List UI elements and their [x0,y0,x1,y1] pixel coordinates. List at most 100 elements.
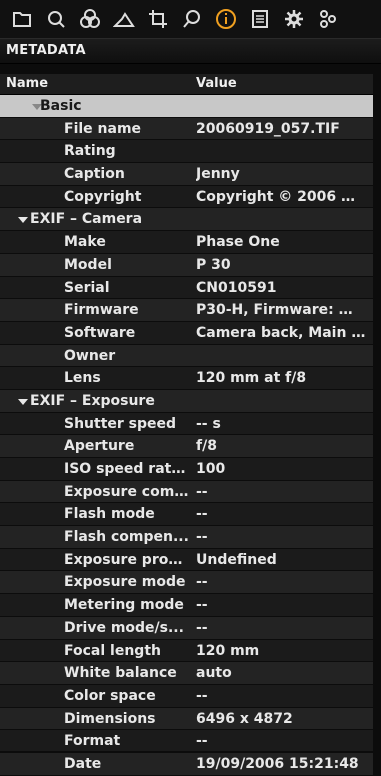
metadata-table: Name Value Basic File name 20060919_057.T… [0,74,381,776]
row-name: Software [64,324,136,341]
table-row[interactable]: Lens 120 mm at f/8 [0,367,373,390]
row-name: Date [64,755,102,772]
table-row[interactable]: Flash compen... -- [0,526,373,549]
table-row[interactable]: Date 19/09/2006 15:21:48 [0,752,373,776]
row-name: Aperture [64,438,135,455]
table-row[interactable]: Copyright Copyright © 2006 Ni... [0,186,373,209]
group-label: Basic [40,98,82,114]
table-row[interactable]: Rating [0,140,373,164]
row-value: -- [196,529,208,546]
table-row[interactable]: Exposure prog... Undefined [0,549,373,572]
row-name: Rating [64,143,116,160]
row-value: f/8 [196,438,217,455]
folder-icon[interactable] [6,3,38,35]
row-value: P30-H, Firmware: Ma... [196,302,366,319]
row-name: Owner [64,347,116,364]
row-value: -- [196,574,208,591]
group-basic[interactable]: Basic [0,95,373,118]
row-name: Firmware [64,302,139,319]
row-name: Flash compen... [64,529,189,546]
group-label: EXIF – Exposure [30,392,155,409]
table-row[interactable]: Software Camera back, Main fi... [0,322,373,345]
color-icon[interactable] [74,3,106,35]
metadata-panel: METADATA Name Value Basic File name 20060… [0,0,381,776]
row-name: Exposure com... [64,483,189,500]
table-row[interactable]: Color space -- [0,685,373,708]
search-icon[interactable] [40,3,72,35]
table-row[interactable]: Firmware P30-H, Firmware: Ma... [0,299,373,322]
group-label: EXIF – Camera [30,211,143,228]
table-row[interactable]: ISO speed rating 100 [0,458,373,481]
row-name: Metering mode [64,597,184,614]
column-header-name[interactable]: Name [6,74,48,94]
row-value: Camera back, Main fi... [196,324,366,341]
row-name: Flash mode [64,506,155,523]
row-value: Undefined [196,551,277,568]
disclosure-triangle-icon[interactable] [18,398,28,405]
table-row[interactable]: Dimensions 6496 x 4872 [0,707,373,731]
row-value: 6496 x 4872 [196,710,293,727]
row-value: -- [196,483,208,500]
row-value: 120 mm [196,642,260,659]
table-row[interactable]: Focal length 120 mm [0,640,373,663]
loupe-icon[interactable] [176,3,208,35]
row-name: Color space [64,687,156,704]
row-name: File name [64,120,142,137]
row-value: P 30 [196,256,231,273]
table-row[interactable]: Model P 30 [0,253,373,277]
exposure-icon[interactable] [108,3,140,35]
row-name: Shutter speed [64,415,177,432]
table-row[interactable]: Shutter speed -- s [0,413,373,436]
table-row[interactable]: Exposure mode -- [0,571,373,595]
group-exif-exposure[interactable]: EXIF – Exposure [0,389,373,413]
row-name: Focal length [64,642,161,659]
group-exif-camera[interactable]: EXIF – Camera [0,208,373,232]
row-value: -- [196,597,208,614]
table-row[interactable]: White balance auto [0,662,373,685]
row-value: 20060919_057.TIF [196,120,340,137]
row-value: CN010591 [196,279,277,296]
row-value: auto [196,665,232,682]
table-row[interactable]: Caption Jenny [0,163,373,186]
table-row[interactable]: Make Phase One [0,231,373,254]
quick-icon[interactable] [312,3,344,35]
crop-icon[interactable] [142,3,174,35]
table-row[interactable]: Format -- [0,730,373,753]
row-value: 120 mm at f/8 [196,370,307,387]
row-name: Copyright [64,188,142,205]
row-name: Lens [64,370,101,387]
row-name: Caption [64,166,125,183]
table-row[interactable]: Aperture f/8 [0,435,373,458]
row-name: Format [64,733,121,750]
row-value: -- [196,619,208,636]
row-value: 19/09/2006 15:21:48 [196,755,359,772]
row-value: -- [196,733,208,750]
row-name: ISO speed rating [64,461,189,477]
row-value: Jenny [196,166,240,183]
table-row[interactable]: Drive mode/s... -- [0,616,373,640]
row-value: 100 [196,461,226,477]
row-value: Copyright © 2006 Ni... [196,188,366,205]
table-header: Name Value [0,74,373,95]
table-row[interactable]: Serial CN010591 [0,277,373,300]
row-value: Phase One [196,234,280,251]
table-row[interactable]: Exposure com... -- [0,480,373,504]
table-row[interactable]: File name 20060919_057.TIF [0,117,373,141]
section-title: METADATA [0,38,381,64]
info-icon[interactable] [210,3,242,35]
batch-icon[interactable] [244,3,276,35]
row-name: Model [64,256,112,273]
row-name: Drive mode/s... [64,619,184,636]
column-header-value[interactable]: Value [196,74,237,94]
row-name: Make [64,234,106,251]
row-name: Serial [64,279,110,296]
row-value: -- [196,687,208,704]
table-row[interactable]: Owner [0,344,373,368]
tool-tabs-bar [0,0,381,38]
gear-icon[interactable] [278,3,310,35]
row-name: Exposure mode [64,574,186,591]
table-row[interactable]: Flash mode -- [0,503,373,527]
table-row[interactable]: Metering mode -- [0,594,373,617]
disclosure-triangle-icon[interactable] [18,217,28,224]
row-value: -- s [196,415,221,432]
